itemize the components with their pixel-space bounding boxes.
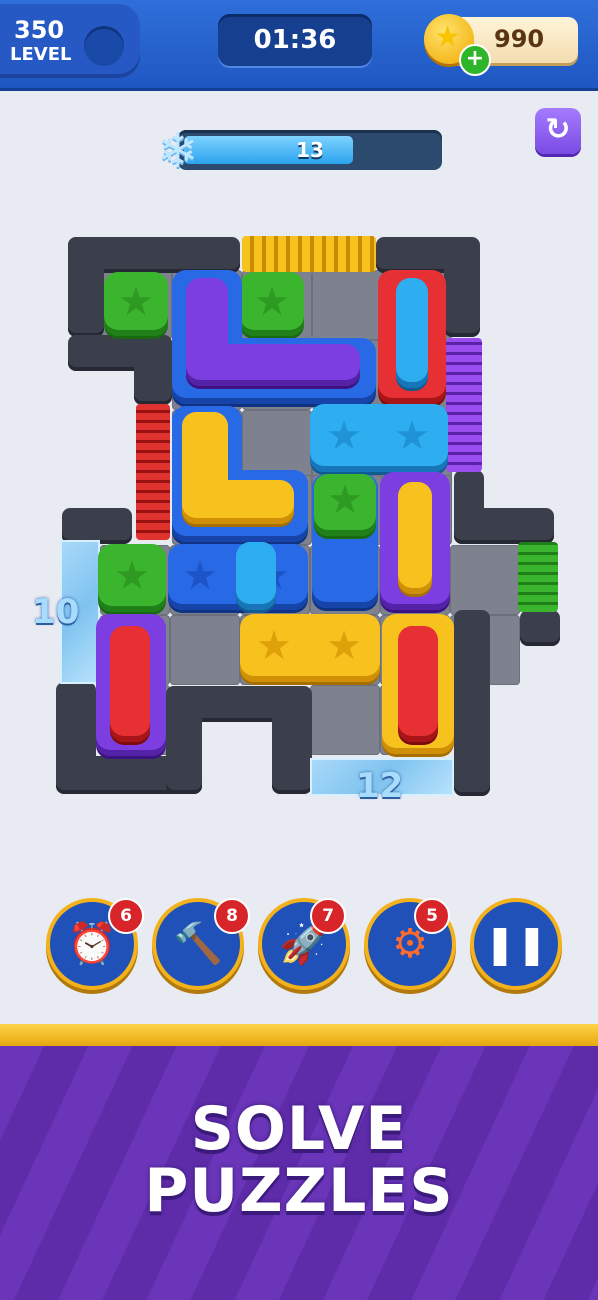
- booster-count-badge: 6: [108, 898, 144, 934]
- wall: [520, 610, 560, 646]
- board-cell: [312, 270, 382, 340]
- purple-bar-block[interactable]: [96, 614, 166, 756]
- yellow-l-piece-base[interactable]: [182, 480, 294, 524]
- banner-line-1: SOLVE: [190, 1094, 408, 1164]
- wall: [166, 686, 202, 794]
- yellow-star-block[interactable]: ★ ★: [240, 614, 380, 682]
- board-cell: [170, 615, 240, 685]
- booster-count-badge: 5: [414, 898, 450, 934]
- green-spring-gate: [518, 542, 558, 612]
- banner-line-2: PUZZLES: [144, 1156, 454, 1226]
- wall: [454, 610, 490, 796]
- promo-banner: SOLVE PUZZLES: [0, 1046, 598, 1300]
- board-cell: [450, 545, 520, 615]
- star-icon: ★: [327, 477, 363, 523]
- pause-icon: ❚❚: [484, 922, 548, 966]
- wall: [62, 508, 132, 544]
- wall: [454, 508, 554, 544]
- purple-l-piece-base[interactable]: [186, 344, 360, 386]
- board-cell: [310, 685, 380, 755]
- red-bar-block[interactable]: [378, 270, 446, 404]
- yellow-bar-piece[interactable]: [398, 482, 432, 594]
- green-star-block[interactable]: ★: [240, 272, 304, 336]
- cyan-star-block[interactable]: ★ ★: [310, 404, 448, 472]
- red-spring-gate: [136, 404, 170, 540]
- star-icon: ★: [114, 553, 150, 599]
- yellow-spring-gate: [242, 236, 376, 272]
- green-star-block[interactable]: ★: [104, 272, 168, 336]
- booster-count-badge: 8: [214, 898, 250, 934]
- star-icon: ★: [254, 279, 290, 325]
- cyan-bar-piece[interactable]: [396, 278, 428, 388]
- star-icon: ★: [326, 623, 362, 669]
- red-bar-piece[interactable]: [398, 626, 438, 742]
- star-icon: ★: [118, 279, 154, 325]
- pause-button[interactable]: ❚❚: [470, 898, 562, 990]
- footer-border: [0, 1024, 598, 1046]
- wall: [444, 237, 480, 337]
- purple-bar-block[interactable]: [380, 472, 450, 610]
- red-bar-piece[interactable]: [110, 626, 150, 742]
- ice-counter-bottom: 12: [356, 766, 404, 806]
- cyan-connector-piece[interactable]: [236, 542, 276, 610]
- star-icon: ★: [256, 623, 292, 669]
- yellow-bar-block[interactable]: [382, 614, 454, 754]
- star-icon: ★: [182, 553, 218, 599]
- wall: [134, 335, 172, 405]
- ice-counter-left: 10: [32, 592, 80, 632]
- wall: [272, 686, 312, 794]
- puzzle-board: 10 12 ★ ★ ★ ★ ★ ★ ★ ★ ★: [0, 0, 598, 820]
- booster-count-badge: 7: [310, 898, 346, 934]
- purple-spring-gate: [446, 338, 482, 472]
- wall: [68, 237, 104, 337]
- star-icon: ★: [326, 413, 362, 459]
- green-star-block[interactable]: ★: [98, 544, 166, 612]
- green-star-piece[interactable]: ★: [314, 474, 376, 536]
- star-icon: ★: [394, 413, 430, 459]
